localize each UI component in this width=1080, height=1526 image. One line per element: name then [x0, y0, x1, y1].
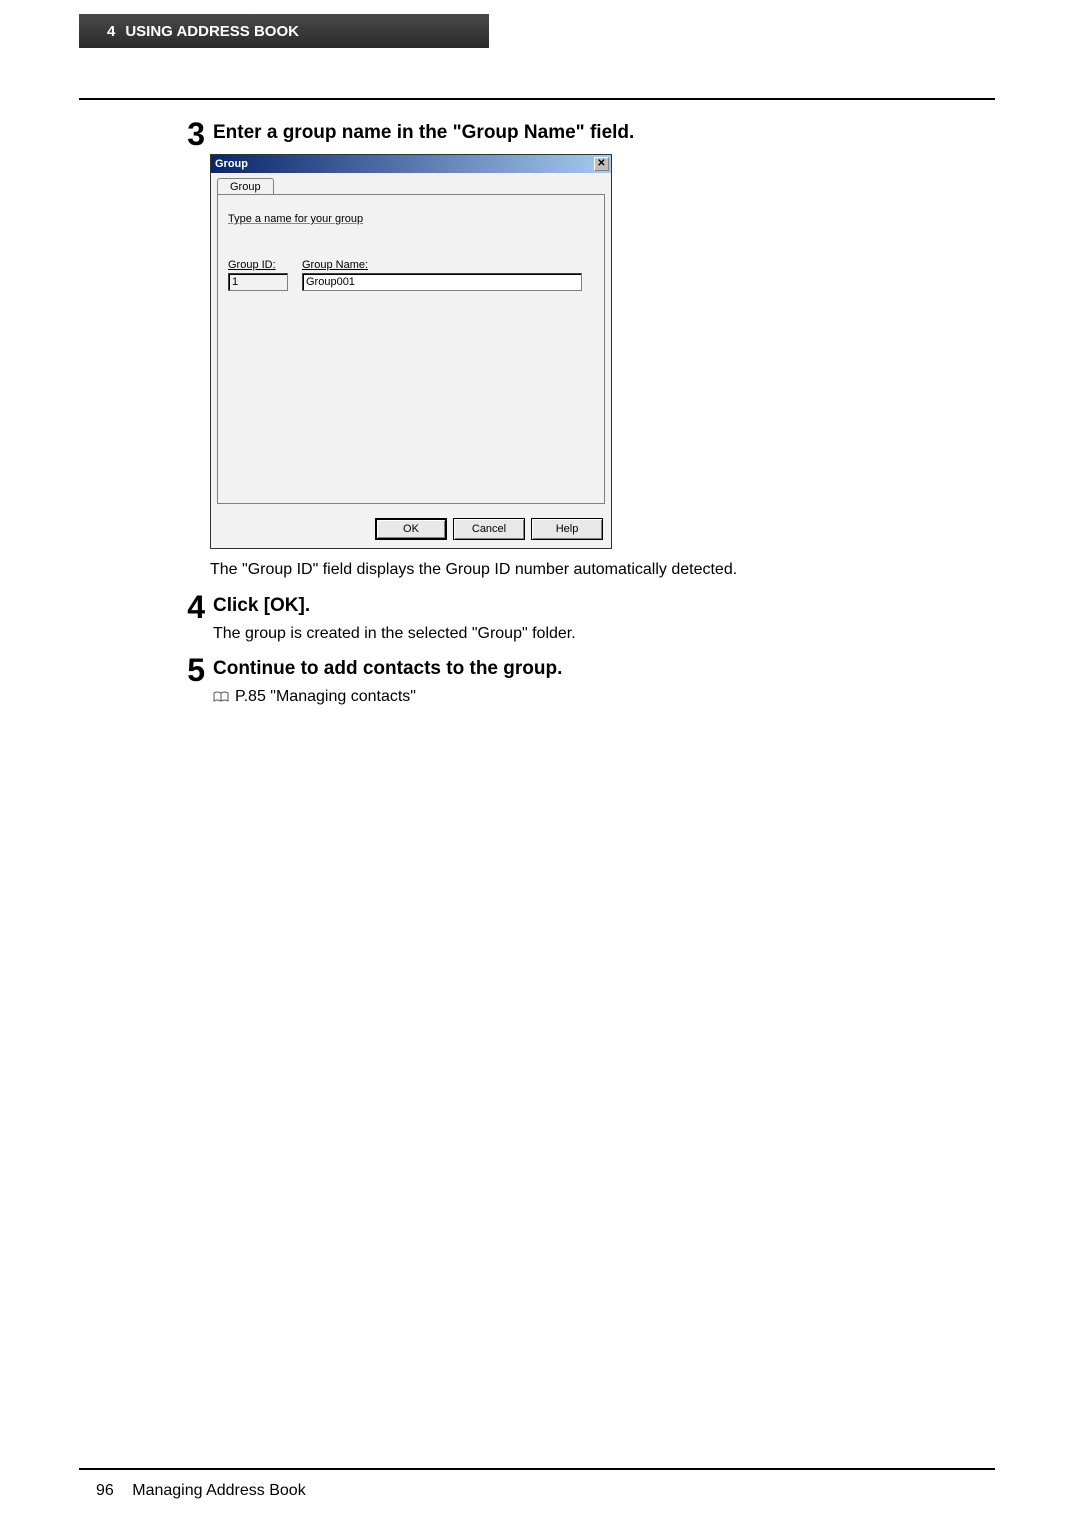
step-body-text: The group is created in the selected "Gr…	[213, 623, 935, 645]
step-3: 3 Enter a group name in the "Group Name"…	[182, 118, 935, 150]
group-id-label: Group ID:	[228, 259, 288, 271]
footer-section: Managing Address Book	[132, 1482, 305, 1499]
book-icon	[213, 691, 229, 703]
page-content: 3 Enter a group name in the "Group Name"…	[182, 118, 935, 708]
dialog-button-row: OK Cancel Help	[211, 510, 611, 548]
step-title: Click [OK].	[213, 595, 935, 617]
close-icon[interactable]: ✕	[594, 157, 609, 171]
group-name-input[interactable]	[302, 273, 582, 291]
group-name-label: Group Name:	[302, 259, 582, 271]
dialog-tabs: Group	[211, 173, 611, 194]
footer-horizontal-rule	[79, 1468, 995, 1470]
group-id-block: Group ID:	[228, 259, 288, 291]
chapter-title: USING ADDRESS BOOK	[125, 23, 299, 40]
help-button[interactable]: Help	[531, 518, 603, 540]
step-link-line: P.85 "Managing contacts"	[213, 686, 935, 708]
page-number: 96	[96, 1482, 114, 1499]
step-number: 5	[182, 654, 205, 708]
group-dialog-window: Group ✕ Group Type a name for your group…	[210, 154, 612, 549]
step-4: 4 Click [OK]. The group is created in th…	[182, 591, 935, 645]
dialog-panel: Type a name for your group Group ID: Gro…	[217, 194, 605, 504]
chapter-header-tab: 4 USING ADDRESS BOOK	[79, 14, 489, 48]
dialog-hint: Type a name for your group	[228, 213, 594, 225]
cancel-button[interactable]: Cancel	[453, 518, 525, 540]
chapter-number: 4	[107, 23, 115, 40]
step-title: Enter a group name in the "Group Name" f…	[213, 122, 935, 144]
step-5: 5 Continue to add contacts to the group.…	[182, 654, 935, 708]
step-title: Continue to add contacts to the group.	[213, 658, 935, 680]
tab-group[interactable]: Group	[217, 178, 274, 195]
group-id-input	[228, 273, 288, 291]
step-number: 4	[182, 591, 205, 645]
ok-button[interactable]: OK	[375, 518, 447, 540]
step-number: 3	[182, 118, 205, 150]
dialog-titlebar: Group ✕	[211, 155, 611, 173]
dialog-title: Group	[215, 158, 248, 170]
step-body: Click [OK]. The group is created in the …	[213, 591, 935, 645]
top-horizontal-rule	[79, 98, 995, 100]
step-body: Continue to add contacts to the group. P…	[213, 654, 935, 708]
step-3-aftertext: The "Group ID" field displays the Group …	[210, 559, 935, 581]
reference-link[interactable]: P.85 "Managing contacts"	[235, 686, 416, 708]
page-footer: 96 Managing Address Book	[96, 1482, 306, 1500]
field-row: Group ID: Group Name:	[228, 259, 594, 291]
step-body: Enter a group name in the "Group Name" f…	[213, 118, 935, 150]
group-name-block: Group Name:	[302, 259, 582, 291]
